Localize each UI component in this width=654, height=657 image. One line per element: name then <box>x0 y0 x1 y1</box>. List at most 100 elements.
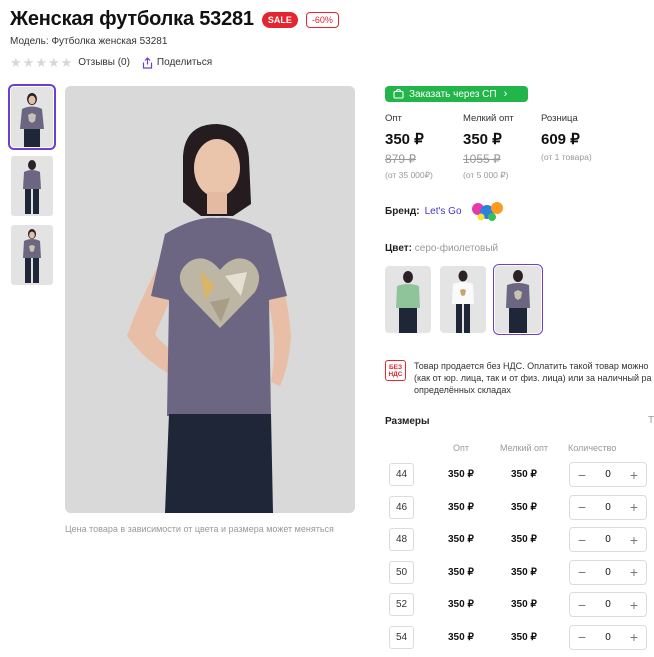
size-row-48: 48 350 ₽ 350 ₽ − 0 + <box>385 523 654 556</box>
increment-button[interactable]: + <box>628 629 640 645</box>
reviews-link[interactable]: Отзывы (0) <box>78 57 130 68</box>
size-opt-price: 350 ₽ <box>448 534 474 545</box>
increment-button[interactable]: + <box>628 564 640 580</box>
no-vat-badge: БЕЗ НДС <box>385 360 406 381</box>
price-note: Цена товара в зависимости от цвета и раз… <box>65 524 334 534</box>
decrement-button[interactable]: − <box>576 597 588 613</box>
decrement-button[interactable]: − <box>576 629 588 645</box>
header-small-opt: Мелкий опт <box>500 443 549 453</box>
quantity-input[interactable]: 0 <box>605 632 611 643</box>
quantity-input[interactable]: 0 <box>605 502 611 513</box>
header-quantity: Количество <box>568 443 617 453</box>
vat-line-3: определённых складах <box>414 385 511 395</box>
meta-row: ★ ★ ★ ★ ★ Отзывы (0) Поделиться <box>10 56 212 69</box>
thumbnail-2[interactable] <box>11 156 53 216</box>
size-small-opt-price: 350 ₽ <box>511 501 537 513</box>
vat-line-2: (как от юр. лица, так и от физ. лица) ил… <box>414 373 652 383</box>
decrement-button[interactable]: − <box>576 564 588 580</box>
vat-notice: БЕЗ НДС Товар продается без НДС. Оплатит… <box>385 360 654 396</box>
rating-stars[interactable]: ★ ★ ★ ★ ★ <box>10 56 72 69</box>
size-label: 48 <box>389 528 414 551</box>
decrement-button[interactable]: − <box>576 467 588 483</box>
increment-button[interactable]: + <box>628 467 640 483</box>
order-via-sp-button[interactable]: Заказать через СП › <box>385 86 528 102</box>
size-small-opt-price: 350 ₽ <box>511 566 537 578</box>
size-small-opt-price: 350 ₽ <box>511 469 537 480</box>
header-opt: Опт <box>453 443 469 453</box>
decrement-button[interactable]: − <box>576 532 588 548</box>
decrement-button[interactable]: − <box>576 499 588 515</box>
increment-button[interactable]: + <box>628 597 640 613</box>
cart-icon <box>393 89 404 99</box>
brand-logo-icon <box>471 202 503 221</box>
swatch-green[interactable] <box>385 266 431 333</box>
quantity-input[interactable]: 0 <box>605 534 611 545</box>
size-label: 54 <box>389 625 414 649</box>
star-icon: ★ <box>60 55 73 70</box>
size-opt-price: 350 ₽ <box>448 501 474 513</box>
quantity-input[interactable]: 0 <box>605 599 611 610</box>
swatch-white[interactable] <box>440 266 486 333</box>
size-small-opt-price: 350 ₽ <box>511 599 537 610</box>
brand-label: Бренд: <box>385 205 420 217</box>
size-opt-price: 350 ₽ <box>448 566 474 578</box>
price-value: 609 ₽ <box>541 131 580 148</box>
size-label: 46 <box>389 495 414 519</box>
price-label: Розница <box>541 113 578 124</box>
order-button-label: Заказать через СП <box>409 88 497 100</box>
size-row-44: 44 350 ₽ 350 ₽ − 0 + <box>385 458 654 491</box>
increment-button[interactable]: + <box>628 532 640 548</box>
color-label: Цвет: <box>385 243 412 254</box>
quantity-input[interactable]: 0 <box>605 469 611 480</box>
size-opt-price: 350 ₽ <box>448 469 474 480</box>
size-opt-price: 350 ₽ <box>448 631 474 643</box>
price-old: 879 ₽ <box>385 152 416 166</box>
quantity-stepper: − 0 + <box>569 559 647 585</box>
size-row-54: 54 350 ₽ 350 ₽ − 0 + <box>385 621 654 654</box>
thumbnail-1[interactable] <box>8 84 56 150</box>
share-icon <box>142 56 153 69</box>
brand-link[interactable]: Let's Go <box>425 206 462 217</box>
star-icon: ★ <box>10 55 22 70</box>
size-small-opt-price: 350 ₽ <box>511 534 537 545</box>
price-value: 350 ₽ <box>463 131 502 148</box>
quantity-input[interactable]: 0 <box>605 567 611 578</box>
thumbnail-3[interactable] <box>11 225 53 285</box>
price-condition: (от 1 товара) <box>541 152 592 162</box>
star-icon: ★ <box>47 55 60 70</box>
price-old: 1055 ₽ <box>463 152 501 166</box>
star-icon: ★ <box>35 55 47 70</box>
price-label: Мелкий опт <box>463 113 514 124</box>
vat-notice-text: Товар продается без НДС. Оплатить такой … <box>414 360 654 396</box>
increment-button[interactable]: + <box>628 499 640 515</box>
size-table-link[interactable]: Т <box>648 415 654 426</box>
price-opt: Опт 350 ₽ 879 ₽ (от 35 000₽) <box>385 113 463 181</box>
color-value: серо-фиолетовый <box>414 243 499 254</box>
star-icon: ★ <box>22 55 35 70</box>
size-opt-price: 350 ₽ <box>448 599 474 610</box>
thumbnail-list <box>8 84 56 285</box>
quantity-stepper: − 0 + <box>569 494 647 520</box>
sizes-title: Размеры <box>385 416 430 427</box>
brand-row: Бренд: Let's Go <box>385 200 504 222</box>
discount-badge: -60% <box>305 11 339 28</box>
color-swatches <box>385 264 543 335</box>
chevron-right-icon: › <box>503 88 508 100</box>
quantity-stepper: − 0 + <box>569 592 647 617</box>
main-product-photo[interactable] <box>65 86 355 513</box>
quantity-stepper: − 0 + <box>569 527 647 552</box>
price-block: Опт 350 ₽ 879 ₽ (от 35 000₽) Мелкий опт … <box>385 113 631 181</box>
sale-badge: SALE <box>261 11 298 28</box>
size-table: 44 350 ₽ 350 ₽ − 0 + 46 350 ₽ 350 ₽ − 0 … <box>385 458 654 653</box>
size-row-52: 52 350 ₽ 350 ₽ − 0 + <box>385 588 654 621</box>
quantity-stepper: − 0 + <box>569 624 647 650</box>
share-button[interactable]: Поделиться <box>142 56 212 69</box>
size-label: 44 <box>389 463 414 486</box>
price-condition: (от 35 000₽) <box>385 170 433 180</box>
price-condition: (от 5 000 ₽) <box>463 170 509 180</box>
title-row: Женская футболка 53281 SALE -60% <box>10 8 339 31</box>
swatch-grey-violet[interactable] <box>493 264 543 335</box>
size-label: 50 <box>389 560 414 584</box>
size-row-50: 50 350 ₽ 350 ₽ − 0 + <box>385 556 654 589</box>
size-small-opt-price: 350 ₽ <box>511 631 537 643</box>
